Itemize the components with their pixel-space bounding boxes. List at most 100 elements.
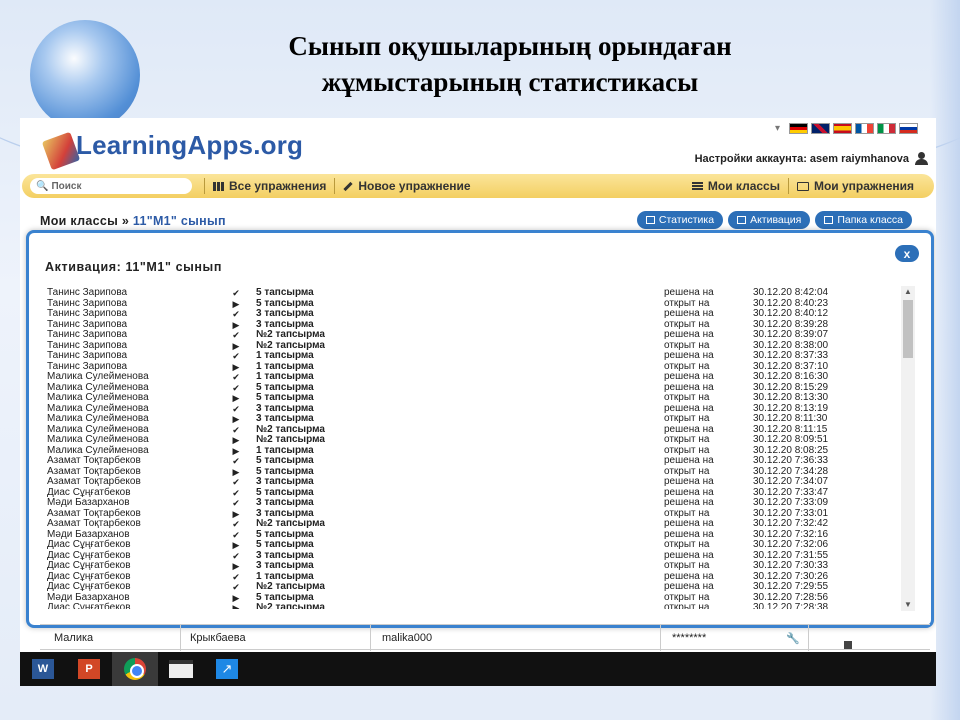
- play-icon: ▶: [232, 361, 240, 372]
- main-navbar: 🔍 Поиск Все упражнения Новое упражнение …: [22, 174, 934, 198]
- close-button[interactable]: x: [895, 245, 919, 262]
- log-timestamp: 30.12.20 8:11:30: [753, 413, 828, 424]
- search-placeholder: Поиск: [51, 180, 82, 192]
- nav-all-exercises-label: Все упражнения: [229, 179, 327, 193]
- check-icon: ✔: [232, 477, 240, 487]
- modal-title: Активация: 11"М1" сынып: [45, 260, 222, 274]
- log-status: решена на: [664, 476, 714, 487]
- log-status: решена на: [664, 329, 714, 340]
- log-task-name: №2 тапсырма: [256, 581, 325, 592]
- log-student-name: Малика Сулейменова: [47, 413, 149, 424]
- play-icon: ▶: [232, 414, 240, 424]
- chart-icon: [645, 216, 655, 224]
- breadcrumb-class[interactable]: 11"М1" сынып: [133, 214, 226, 228]
- activity-log: Танинс Зарипова ✔ 5 тапсырма решена на 30.12…: [47, 288, 899, 609]
- student-password: ********: [672, 632, 707, 644]
- windows-taskbar: W P ↗: [20, 652, 936, 686]
- check-icon: ✔: [232, 424, 240, 435]
- flag-uk-icon[interactable]: [811, 123, 830, 134]
- log-row: Малика Сулейменова ✔ 1 тапсырма решена на 30…: [47, 371, 899, 383]
- log-student-name: Танинс Зарипова: [47, 308, 128, 319]
- log-row: Малика Сулейменова ▶ 3 тапсырма открыт на 30…: [47, 413, 899, 425]
- statistics-button[interactable]: Статистика: [636, 211, 724, 229]
- log-timestamp: 30.12.20 8:13:30: [753, 392, 829, 403]
- flag-it-icon[interactable]: [877, 123, 896, 134]
- flag-ru-icon[interactable]: [899, 123, 918, 134]
- play-icon: ▶: [232, 445, 240, 456]
- activation-label: Активация: [750, 214, 802, 226]
- flag-de-icon[interactable]: [789, 123, 808, 134]
- log-row: Мәди Базарханов ✔ 3 тапсырма решена на 30.12…: [47, 497, 899, 509]
- scroll-down-icon[interactable]: ▼: [901, 599, 915, 611]
- breadcrumb-separator: »: [118, 214, 133, 228]
- taskbar-chrome[interactable]: [112, 652, 158, 686]
- list-icon: [691, 181, 703, 191]
- log-task-name: 3 тапсырма: [256, 560, 314, 571]
- log-timestamp: 30.12.20 7:33:09: [753, 497, 829, 508]
- activation-button[interactable]: Активация: [728, 211, 811, 229]
- taskbar-word[interactable]: W: [20, 652, 66, 686]
- log-task-name: №2 тапсырма: [256, 518, 325, 529]
- nav-divider: [787, 178, 789, 194]
- check-icon: ✔: [232, 372, 240, 382]
- check-icon: ✔: [232, 571, 240, 582]
- browser-screenshot: LearningApps.org ▾ Настройки аккаунта: a…: [20, 118, 936, 686]
- student-first-name: Малика: [54, 632, 94, 644]
- wifi-icon: ▾: [774, 123, 780, 134]
- nav-new-exercise[interactable]: Новое упражнение: [343, 179, 471, 193]
- trash-icon[interactable]: [844, 641, 852, 649]
- pencil-logo-icon: [41, 131, 81, 171]
- scroll-thumb[interactable]: [903, 300, 913, 358]
- log-student-name: Диас Сұңғатбеков: [47, 581, 131, 592]
- taskbar-powerpoint[interactable]: P: [66, 652, 112, 686]
- log-row: Азамат Тоқтарбеков ✔ 3 тапсырма решена на 30…: [47, 476, 899, 488]
- taskbar-app[interactable]: ↗: [204, 652, 250, 686]
- taskbar-video[interactable]: [158, 652, 204, 686]
- slide-title-line2: жұмыстарының статистикасы: [321, 67, 699, 97]
- log-student-name: Малика Сулейменова: [47, 392, 149, 403]
- flag-fr-icon[interactable]: [855, 123, 874, 134]
- log-status: решена на: [664, 497, 714, 508]
- nav-all-exercises[interactable]: Все упражнения: [213, 179, 326, 193]
- play-icon: ▶: [232, 540, 240, 550]
- class-folder-button[interactable]: Папка класса: [815, 211, 912, 229]
- wrench-icon[interactable]: 🔧: [786, 632, 800, 645]
- account-settings[interactable]: Настройки аккаунта: asem raiymhanova: [695, 152, 928, 165]
- word-icon: W: [32, 659, 54, 679]
- list-icon: [737, 216, 747, 224]
- scrollbar[interactable]: ▲ ▼: [901, 286, 915, 611]
- log-row: Танинс Зарипова ✔ №2 тапсырма решена на 30.1…: [47, 329, 899, 341]
- log-student-name: Малика Сулейменова: [47, 434, 149, 445]
- log-row: Танинс Зарипова ✔ 3 тапсырма решена на 30.12…: [47, 308, 899, 320]
- flag-es-icon[interactable]: [833, 123, 852, 134]
- log-student-name: Малика Сулейменова: [47, 371, 149, 382]
- column-divider: [660, 625, 661, 651]
- log-status: открыт на: [664, 539, 710, 550]
- language-flags: ▾: [775, 123, 918, 134]
- log-student-name: Танинс Зарипова: [47, 329, 128, 340]
- column-divider: [808, 625, 809, 651]
- logo-text: LearningApps.org: [76, 130, 304, 160]
- log-timestamp: 30.12.20 7:32:42: [753, 518, 829, 529]
- log-task-name: 5 тапсырма: [256, 455, 314, 466]
- check-icon: ✔: [232, 519, 240, 529]
- nav-my-classes[interactable]: Мои классы: [691, 179, 780, 193]
- log-timestamp: 30.12.20 7:32:06: [753, 539, 829, 550]
- check-icon: ✔: [232, 330, 240, 340]
- breadcrumb-root[interactable]: Мои классы: [40, 214, 118, 228]
- log-timestamp: 30.12.20 7:34:07: [753, 476, 829, 487]
- search-input[interactable]: 🔍 Поиск: [30, 178, 192, 194]
- log-timestamp: 30.12.20 8:09:51: [753, 434, 829, 445]
- check-icon: ✔: [232, 309, 240, 319]
- nav-my-exercises[interactable]: Мои упражнения: [796, 179, 914, 193]
- scroll-up-icon[interactable]: ▲: [901, 286, 915, 298]
- log-timestamp: 30.12.20 7:36:33: [753, 455, 829, 466]
- folder-icon: [824, 216, 834, 224]
- log-status: решена на: [664, 308, 714, 319]
- log-task-name: 3 тапсырма: [256, 308, 314, 319]
- log-timestamp: 30.12.20 8:39:07: [753, 329, 829, 340]
- log-row: Диас Сұңғатбеков ✔ №2 тапсырма решена на 30.…: [47, 581, 899, 593]
- log-student-name: Диас Сұңғатбеков: [47, 539, 131, 550]
- log-status: решена на: [664, 455, 714, 466]
- log-task-name: 1 тапсырма: [256, 371, 314, 382]
